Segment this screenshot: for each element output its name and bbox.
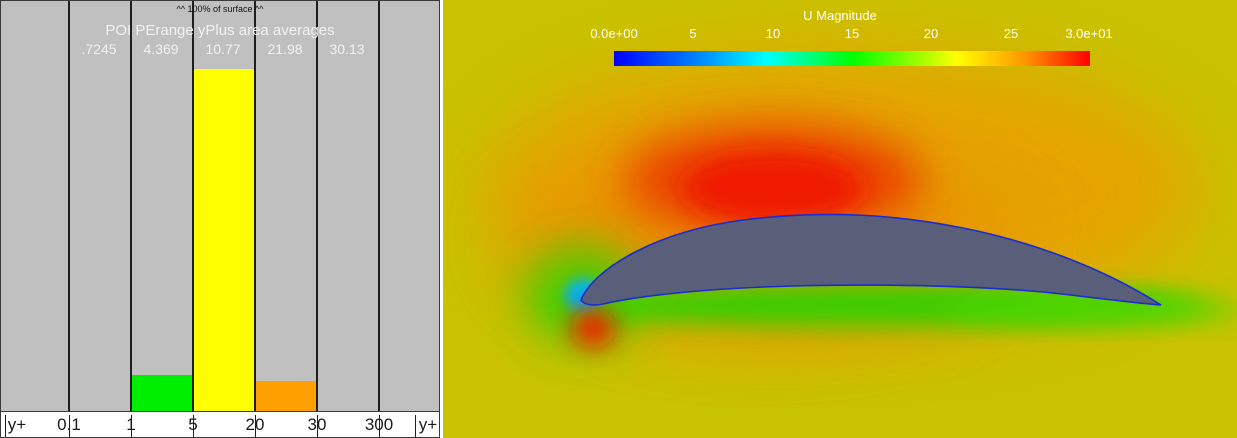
average-value: 30.13 [329, 41, 365, 57]
bar-20-to-30 [256, 381, 316, 411]
yplus-histogram-panel: ^^ 100% of surface ^^ POI PErange yPlus … [0, 0, 440, 438]
divider-0.1 [68, 1, 70, 411]
average-value: .7245 [81, 41, 117, 57]
histogram-plot-area: ^^ 100% of surface ^^ POI PErange yPlus … [0, 0, 440, 438]
colorbar-tick-label: 20 [923, 26, 939, 41]
colorbar-title: U Magnitude [803, 8, 877, 23]
bar-5-to-20 [194, 69, 254, 411]
histogram-title: POI PErange yPlus area averages [105, 22, 335, 39]
bar-1-to-5 [132, 375, 192, 411]
average-value: 10.77 [205, 41, 241, 57]
x-axis-label: 30 [307, 415, 327, 434]
colorbar-tick-label: 5 [689, 26, 697, 41]
axis-tick [415, 415, 416, 437]
divider-1 [130, 1, 132, 411]
colorbar-legend [614, 51, 1090, 66]
axis-tick [5, 415, 6, 437]
colorbar-tick-label: 3.0e+01 [1065, 26, 1113, 41]
x-axis-label: 1 [126, 415, 136, 434]
x-axis-label: 300 [364, 415, 394, 434]
divider-5 [192, 1, 194, 411]
x-axis-label: 5 [188, 415, 198, 434]
x-axis-label: 0.1 [57, 415, 81, 434]
x-axis-label: 20 [245, 415, 265, 434]
x-axis-label: y+ [418, 415, 438, 434]
average-value: 4.369 [143, 41, 179, 57]
divider-300 [378, 1, 380, 411]
average-value: 21.98 [267, 41, 303, 57]
colorbar-tick-label: 15 [844, 26, 860, 41]
colorbar-tick-label: 10 [765, 26, 781, 41]
x-axis-label: y+ [7, 415, 27, 434]
colorbar-tick-label: 25 [1003, 26, 1019, 41]
colorbar-tick-label: 0.0e+00 [590, 26, 638, 41]
divider-30 [316, 1, 318, 411]
velocity-contour-view[interactable]: U Magnitude 0.0e+00 5 10 15 20 25 3.0e+0… [443, 0, 1237, 438]
percent-of-surface-label: ^^ 100% of surface ^^ [176, 4, 264, 14]
divider-20 [254, 1, 256, 411]
